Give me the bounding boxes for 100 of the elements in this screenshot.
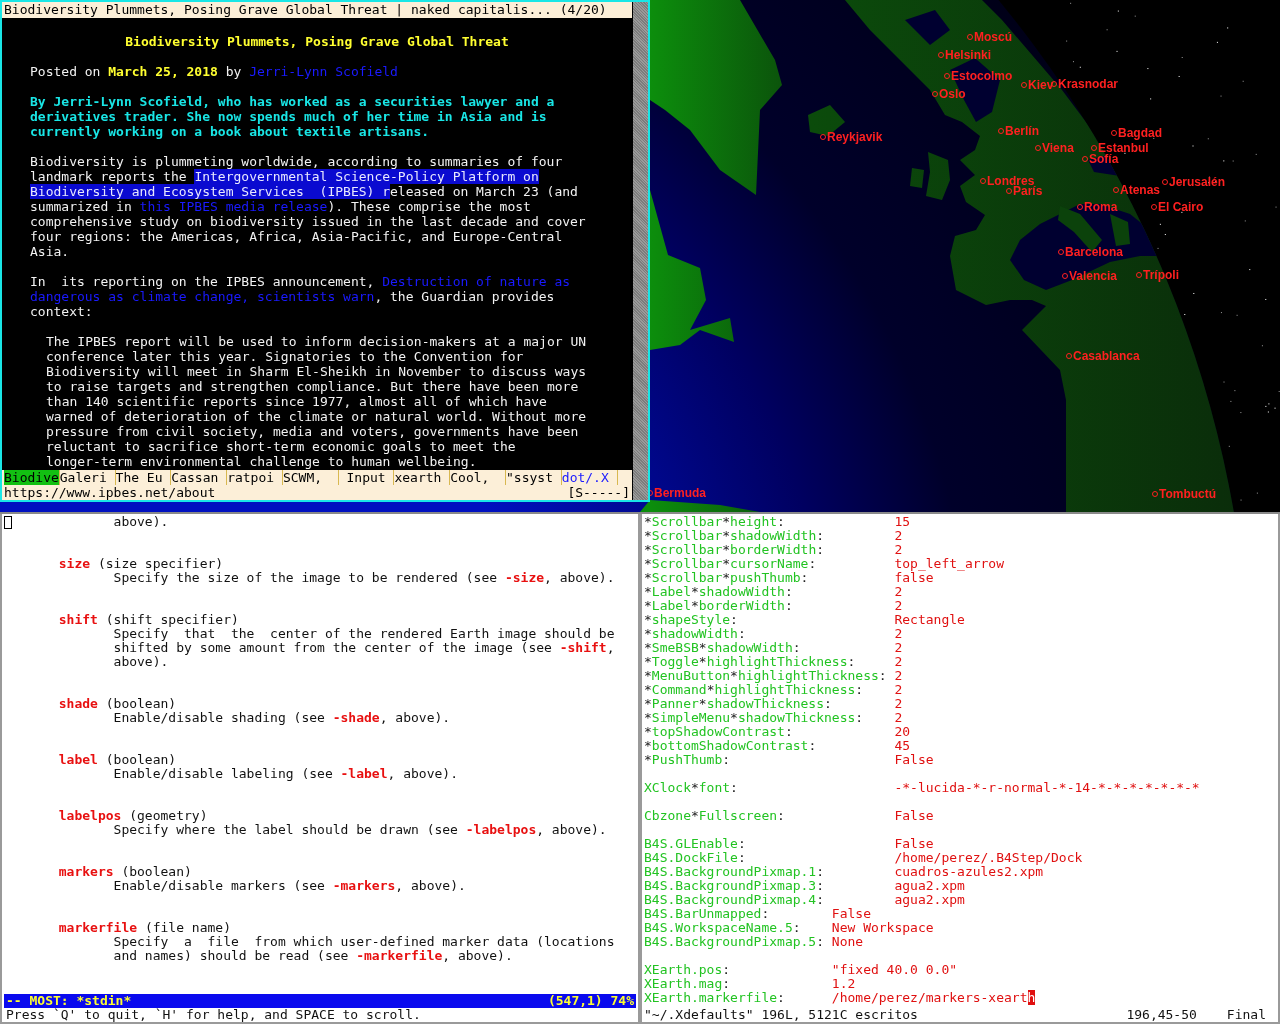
option-name: markerfile — [58, 921, 138, 935]
resource-name: *Scrollbar*borderWidth: — [644, 543, 826, 557]
paragraph: In its reporting on the IPBES announcement, Destruction of nature as dangerous as climate change, scientists warn, the Guardian provides context: — [30, 274, 572, 319]
text-cursor — [4, 515, 12, 529]
city-label: Kiev — [1028, 78, 1054, 92]
city-label: Valencia — [1069, 269, 1118, 283]
city-label: Bagdad — [1118, 126, 1162, 140]
resource-name: *Command*highlightThickness: — [644, 683, 864, 697]
city-label: Casablanca — [1073, 349, 1140, 363]
resource-name: XClock*font: — [644, 781, 739, 795]
option-name: markers — [58, 865, 114, 879]
option-description: Enable/disable markers (see -markers, above). — [112, 879, 467, 893]
file-status: "~/.Xdefaults" 196L, 5121C escritos — [644, 1008, 919, 1022]
resource-value: Rectangle — [894, 613, 965, 627]
resource-value: 15 — [894, 515, 911, 529]
link[interactable]: Intergovernmental Science-Policy Platform on — [194, 169, 539, 184]
city-label: Reykjavik — [827, 130, 883, 144]
city-label: Roma — [1084, 200, 1118, 214]
city-label: Estanbul — [1098, 141, 1149, 155]
option-name: shade — [58, 697, 98, 711]
resource-name: B4S.BarUnmapped: — [644, 907, 770, 921]
scroll-position: Final — [1226, 1008, 1266, 1022]
resource-name: B4S.BackgroundPixmap.5: — [644, 935, 825, 949]
option-name: label — [58, 753, 98, 767]
resource-value: 45 — [894, 739, 911, 753]
block-quote: The IPBES report will be used to inform decision-makers at a major UN conference later this year. Signatories to the Convention for Biodiversity will meet in Sharm El-Sheikh in November to discuss ways to raise targets and strengthen compliance. But there have been more than 140 scientific reports since 1977, almost all of which have warned of deterioration of the climate or natural world. Without more pressure from civil society, media and voters, governments have been reluctant to sacrifice short-term economic goals to meet the longer-term environmental challenge to human wellbeing. — [46, 334, 588, 469]
help-hint: Press `Q' to quit, `H' for help, and SPACE to scroll. — [5, 1008, 422, 1022]
resource-value: 1.2 — [831, 977, 856, 991]
resource-value: cuadros-azules2.xpm — [894, 865, 1044, 879]
resource-name: B4S.GLEnable: — [644, 837, 747, 851]
resource-value: 20 — [894, 725, 911, 739]
url-text: https://www.ipbes.net/about — [4, 485, 216, 500]
resource-value: -*-lucida-*-r-normal-*-14-*-*-*-*-*-*-* — [894, 781, 1200, 795]
option-description: Enable/disable labeling (see -label, above). — [112, 767, 459, 781]
resource-name: *shadowWidth: — [644, 627, 747, 641]
resource-value: 2 — [894, 599, 903, 613]
city-label: Trípoli — [1143, 268, 1179, 282]
option-type: (file name) — [144, 921, 231, 935]
resource-name: XEarth.markerfile: — [644, 991, 786, 1005]
resource-name: *shapeStyle: — [644, 613, 739, 627]
city-label: Atenas — [1120, 183, 1160, 197]
option-description: Enable/disable shading (see -shade, above). — [112, 711, 452, 725]
option-type: (boolean) — [121, 865, 192, 879]
resource-value: top_left_arrow — [894, 557, 1005, 571]
resource-name: B4S.WorkspaceName.5: — [644, 921, 802, 935]
resource-name: *topShadowContrast: — [644, 725, 794, 739]
resource-value: False — [894, 809, 934, 823]
resource-name: *Scrollbar*cursorName: — [644, 557, 818, 571]
option-description: Specify that the center of the rendered Earth image should be shifted by some amount from the center of the image (see -shift, above). — [112, 627, 616, 669]
city-label: Berlín — [1005, 124, 1039, 138]
tab[interactable]: Biodive — [4, 470, 60, 485]
status-indicator: [S-----] — [567, 485, 630, 500]
resource-value: 2 — [894, 529, 903, 543]
option-type: (geometry) — [129, 809, 208, 823]
resource-value: 2 — [894, 669, 903, 683]
city-label: Krasnodar — [1058, 77, 1119, 91]
option-type: (size specifier) — [97, 557, 224, 571]
city-label: Sofía — [1089, 152, 1119, 166]
resource-value: "fixed 40.0 0.0" — [831, 963, 958, 977]
city-label: Bermuda — [654, 486, 706, 500]
resource-name: B4S.BackgroundPixmap.4: — [644, 893, 825, 907]
option-name: size — [58, 557, 91, 571]
cursor-position: 196,45-50 — [1126, 1008, 1197, 1022]
option-description: Specify a file from which user-defined marker data (locations and names) should be read (see -markerfile, above). — [112, 935, 616, 963]
window-title: Biodiversity Plummets, Posing Grave Global Threat | naked capitalis... (4/20) — [2, 2, 632, 18]
resource-name: *Toggle*highlightThickness: — [644, 655, 857, 669]
text-line: above). — [113, 515, 169, 529]
resource-value: /home/perez/.B4Step/Dock — [894, 851, 1083, 865]
resource-value: 2 — [894, 627, 903, 641]
resource-name: XEarth.mag: — [644, 977, 732, 991]
resource-value: New Workspace — [831, 921, 934, 935]
resource-value: agua2.xpm — [894, 879, 965, 893]
city-label: Helsinki — [945, 48, 992, 62]
resource-name: *bottomShadowContrast: — [644, 739, 818, 753]
resource-name: *SimpleMenu*shadowThickness: — [644, 711, 865, 725]
option-type: (boolean) — [105, 753, 177, 767]
resource-name: *SmeBSB*shadowWidth: — [644, 641, 802, 655]
city-label: Jerusalén — [1169, 175, 1226, 189]
city-label: Oslo — [939, 87, 966, 101]
resource-name: *Label*borderWidth: — [644, 599, 794, 613]
option-type: (shift specifier) — [105, 613, 239, 627]
option-type: (boolean) — [105, 697, 177, 711]
resource-name: *PushThumb: — [644, 753, 732, 767]
resource-value: False — [831, 907, 871, 921]
city-label: Estocolmo — [951, 69, 1013, 83]
resource-name: B4S.BackgroundPixmap.1: — [644, 865, 825, 879]
resource-value: 2 — [894, 683, 903, 697]
resource-value: 2 — [894, 585, 903, 599]
resource-name: *MenuButton*highlightThickness: — [644, 669, 888, 683]
resource-name: XEarth.pos: — [644, 963, 732, 977]
resource-value: false — [894, 571, 934, 585]
option-name: shift — [58, 613, 98, 627]
resource-value: 2 — [894, 543, 903, 557]
resource-name: B4S.BackgroundPixmap.3: — [644, 879, 825, 893]
resource-name: *Scrollbar*height: — [644, 515, 786, 529]
intro-paragraph: By Jerri-Lynn Scofield, who has worked as a securities lawyer and a derivatives trader. She now spends much of her time in Asia and is currently working on a book about textile artisans. — [30, 94, 556, 139]
city-label: El Cairo — [1158, 200, 1204, 214]
resource-value: /home/perez/markers-xearth — [831, 991, 1036, 1005]
byline: Posted on March 25, 2018 by Jerri-Lynn Scofield — [30, 64, 399, 79]
resource-name: *Scrollbar*pushThumb: — [644, 571, 810, 585]
